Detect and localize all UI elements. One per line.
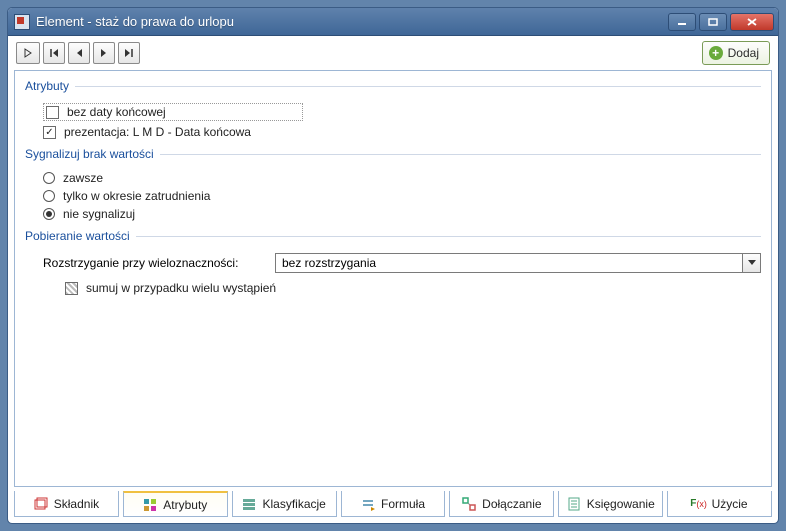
label-sum: sumuj w przypadku wielu wystąpień (86, 281, 276, 295)
label-no-end-date: bez daty końcowej (67, 105, 166, 119)
checkbox-no-end-date[interactable] (46, 106, 59, 119)
formula-icon (361, 497, 375, 511)
tab-formula-label: Formuła (381, 497, 425, 511)
nav-last-button[interactable] (118, 42, 140, 64)
radio-always[interactable] (43, 172, 55, 184)
tab-bar: Składnik Atrybuty Klasyfikacje Formuła D… (14, 491, 772, 517)
tab-attaching-label: Dołączanie (482, 497, 541, 511)
close-button[interactable] (730, 13, 774, 31)
tab-component-label: Składnik (54, 497, 99, 511)
attr-no-end-date-row[interactable]: bez daty końcowej (43, 103, 303, 121)
maximize-button[interactable] (699, 13, 727, 31)
ambiguity-label: Rozstrzyganie przy wieloznaczności: (43, 256, 273, 270)
add-button-label: Dodaj (728, 46, 759, 60)
ambiguity-value: bez rozstrzygania (276, 254, 742, 272)
tab-usage[interactable]: F(x) Użycie (667, 491, 772, 517)
minimize-button[interactable] (668, 13, 696, 31)
component-icon (34, 497, 48, 511)
plus-icon: + (709, 46, 723, 60)
tab-booking[interactable]: Księgowanie (558, 491, 663, 517)
label-presentation: prezentacja: L M D - Data końcowa (64, 125, 251, 139)
section-attributes-title: Atrybuty (25, 79, 761, 93)
section-retrieval-title: Pobieranie wartości (25, 229, 761, 243)
attaching-icon (462, 497, 476, 511)
nav-first-button[interactable] (43, 42, 65, 64)
label-no-signal: nie sygnalizuj (63, 207, 135, 221)
nav-prev-button[interactable] (68, 42, 90, 64)
label-employment: tylko w okresie zatrudnienia (63, 189, 210, 203)
attributes-icon (143, 498, 157, 512)
tab-component[interactable]: Składnik (14, 491, 119, 517)
tab-attributes-label: Atrybuty (163, 498, 207, 512)
radio-employment[interactable] (43, 190, 55, 202)
window-buttons (668, 13, 774, 31)
tab-classifications-label: Klasyfikacje (262, 497, 325, 511)
classifications-icon (242, 497, 256, 511)
booking-icon (567, 497, 581, 511)
usage-icon: F(x) (692, 497, 706, 511)
tab-usage-label: Użycie (712, 497, 748, 511)
checkbox-sum[interactable] (65, 282, 78, 295)
window: Element - staż do prawa do urlopu (7, 7, 779, 524)
nav-next-button[interactable] (93, 42, 115, 64)
toolbar: + Dodaj (8, 36, 778, 70)
checkbox-presentation[interactable] (43, 126, 56, 139)
ambiguity-combo[interactable]: bez rozstrzygania (275, 253, 761, 273)
label-always: zawsze (63, 171, 103, 185)
chevron-down-icon[interactable] (742, 254, 760, 272)
nav-play-button[interactable] (16, 42, 40, 64)
section-signal-title: Sygnalizuj brak wartości (25, 147, 761, 161)
tab-attributes[interactable]: Atrybuty (123, 491, 228, 517)
tab-booking-label: Księgowanie (587, 497, 655, 511)
tab-attaching[interactable]: Dołączanie (449, 491, 554, 517)
tab-formula[interactable]: Formuła (341, 491, 446, 517)
window-title: Element - staż do prawa do urlopu (36, 14, 668, 29)
titlebar: Element - staż do prawa do urlopu (8, 8, 778, 36)
client-area: Atrybuty bez daty końcowej prezentacja: … (14, 70, 772, 487)
radio-no-signal[interactable] (43, 208, 55, 220)
tab-classifications[interactable]: Klasyfikacje (232, 491, 337, 517)
app-icon (14, 14, 30, 30)
add-button[interactable]: + Dodaj (702, 41, 770, 65)
